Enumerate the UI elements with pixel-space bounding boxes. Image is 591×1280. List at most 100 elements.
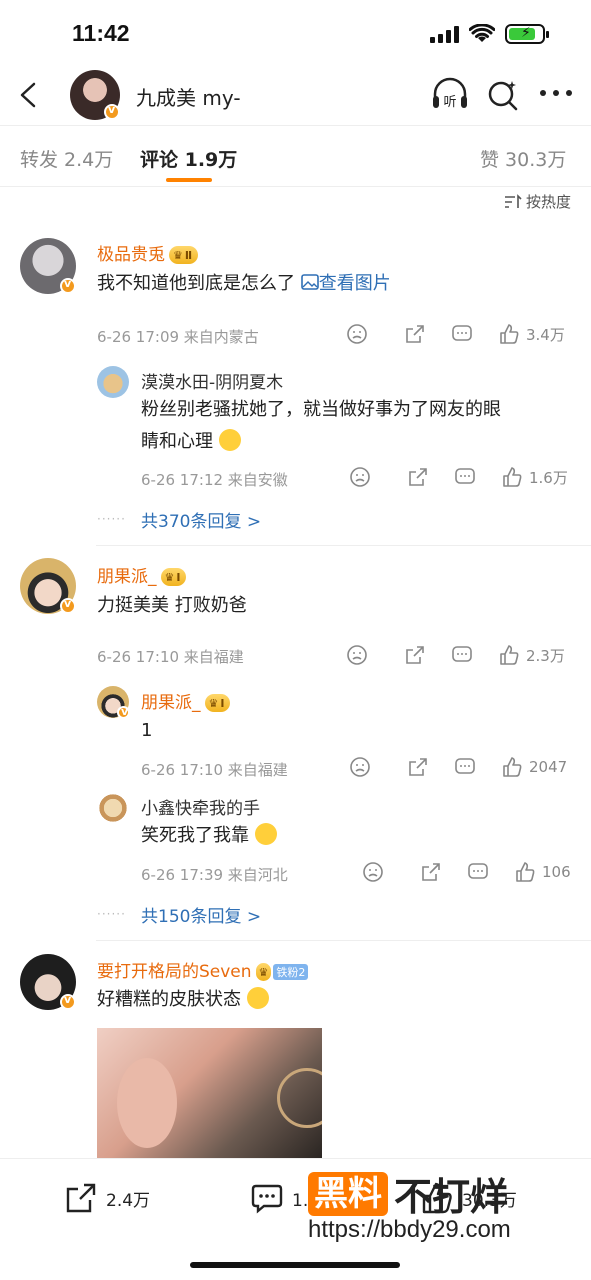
frown-face-icon: [350, 467, 370, 487]
reply-button[interactable]: [451, 644, 473, 666]
thumbs-up-icon: [503, 757, 522, 777]
verified-badge-icon: [60, 993, 76, 1010]
comment-meta: 6-26 17:10 来自福建: [97, 648, 244, 666]
frown-face-icon: [347, 324, 367, 344]
crown-badge-icon: ♛ Ⅰ: [204, 694, 231, 712]
comment-bubble-icon: [452, 325, 472, 341]
tab-comments[interactable]: 评论 1.9万: [140, 145, 237, 172]
frown-face-icon: [350, 757, 370, 777]
replier-avatar[interactable]: [97, 686, 130, 719]
replier-avatar[interactable]: [97, 792, 129, 824]
sort-icon: [504, 193, 522, 208]
share-button[interactable]: [420, 861, 442, 883]
frown-face-icon: [363, 862, 383, 882]
verified-badge-icon: [60, 597, 76, 614]
reply-button[interactable]: [454, 756, 476, 778]
comment-bubble-icon: [455, 468, 475, 484]
author-avatar[interactable]: [70, 70, 120, 120]
comment-meta: 6-26 17:09 来自内蒙古: [97, 328, 259, 346]
commenter-name[interactable]: 极品贵兎 ♛ Ⅱ: [97, 240, 199, 265]
comment-bubble-icon: [455, 758, 475, 774]
dislike-button[interactable]: [346, 323, 368, 345]
tab-reposts[interactable]: 转发 2.4万: [20, 145, 113, 172]
repost-button[interactable]: 2.4万: [64, 1181, 150, 1215]
share-button[interactable]: [407, 466, 429, 488]
dislike-button[interactable]: [349, 756, 371, 778]
comment-bubble-icon: [468, 863, 488, 879]
dislike-button[interactable]: [346, 644, 368, 666]
reply-button[interactable]: [467, 861, 489, 883]
reply-button[interactable]: [454, 466, 476, 488]
replier-avatar[interactable]: [97, 366, 129, 398]
repost-count: 2.4万: [106, 1190, 151, 1211]
battery-icon: ⚡: [505, 24, 549, 44]
status-time: 11:42: [72, 20, 130, 46]
dislike-button[interactable]: [349, 466, 371, 488]
reply-meta: 6-26 17:39 来自河北: [141, 866, 288, 884]
crown-badge-icon: ♛ Ⅱ: [169, 246, 199, 264]
crown-badge-icon: ♛: [255, 963, 272, 981]
commenter-name[interactable]: 要打开格局的Seven ♛ 铁粉2: [97, 957, 309, 982]
comment-bubble-icon: [251, 1184, 283, 1214]
reply-text: 1: [141, 720, 153, 741]
active-tab-indicator: [166, 178, 212, 182]
repost-icon: [66, 1183, 96, 1213]
author-name[interactable]: 九成美 my-: [136, 82, 241, 111]
status-icons: ⚡: [430, 24, 549, 44]
sort-label: 按热度: [525, 193, 571, 211]
comment-text: 好糟糕的皮肤状态: [97, 984, 269, 1016]
sort-button[interactable]: 按热度: [504, 191, 571, 212]
replier-name[interactable]: 小鑫快牵我的手: [141, 794, 260, 819]
reply-meta: 6-26 17:10 来自福建: [141, 761, 288, 779]
commenter-name[interactable]: 朋果派_ ♛ Ⅰ: [97, 562, 187, 587]
like-button[interactable]: 2.3万: [498, 644, 565, 666]
share-button[interactable]: [407, 756, 429, 778]
like-count: 2047: [529, 758, 568, 776]
like-button[interactable]: 3.4万: [498, 323, 565, 345]
like-count: 2.3万: [526, 646, 565, 665]
more-replies-link[interactable]: 共370条回复 >: [141, 507, 261, 532]
share-icon: [406, 646, 424, 664]
like-button[interactable]: 106: [514, 861, 571, 883]
commenter-avatar[interactable]: [20, 954, 76, 1010]
like-button[interactable]: 2047: [501, 756, 567, 778]
image-icon: [300, 274, 319, 290]
replier-name[interactable]: 朋果派_ ♛ Ⅰ: [141, 688, 231, 713]
more-options-icon[interactable]: [538, 88, 574, 98]
search-icon[interactable]: [486, 78, 520, 112]
verified-badge-icon: [104, 103, 120, 120]
commenter-avatar[interactable]: [20, 238, 76, 294]
listen-headphones-icon[interactable]: 听: [430, 76, 470, 112]
reply-button[interactable]: [451, 323, 473, 345]
tab-likes[interactable]: 赞 30.3万: [480, 145, 566, 172]
reply-text: 粉丝别老骚扰她了，就当做好事为了网友的眼 睛和心理: [141, 399, 501, 452]
embarrassed-emoji-icon: [246, 987, 269, 1009]
share-button[interactable]: [404, 323, 426, 345]
status-bar: 11:42 ⚡: [0, 0, 591, 66]
verified-badge-icon: [117, 705, 130, 719]
view-image-link[interactable]: 查看图片: [300, 273, 391, 294]
reply-text: 笑死我了我靠: [141, 820, 277, 852]
like-button[interactable]: 1.6万: [501, 466, 568, 488]
commenter-avatar[interactable]: [20, 558, 76, 614]
crown-badge-icon: ♛ Ⅰ: [160, 568, 187, 586]
divider: [96, 545, 591, 546]
like-count: 3.4万: [526, 325, 565, 344]
thumbs-up-icon: [500, 324, 519, 344]
tab-bar: 转发 2.4万 评论 1.9万 赞 30.3万: [0, 127, 591, 187]
share-button[interactable]: [404, 644, 426, 666]
comment-image[interactable]: [97, 1028, 322, 1158]
replier-name[interactable]: 漠漠水田-阴阴夏木: [141, 368, 283, 393]
back-arrow-icon[interactable]: [14, 80, 44, 110]
like-count: 1.6万: [529, 468, 568, 487]
thumbs-up-icon: [500, 645, 519, 665]
comment-bubble-icon: [452, 646, 472, 662]
watermark-url: https://bbdy29.com: [308, 1216, 511, 1243]
laughing-tears-emoji-icon: [254, 823, 277, 845]
thumbs-up-icon: [503, 467, 522, 487]
dislike-button[interactable]: [362, 861, 384, 883]
wifi-icon: [469, 24, 495, 42]
more-replies-link[interactable]: 共150条回复 >: [141, 902, 261, 927]
nav-header: 九成美 my- 听: [0, 66, 591, 126]
fan-badge: 铁粉2: [273, 964, 309, 980]
